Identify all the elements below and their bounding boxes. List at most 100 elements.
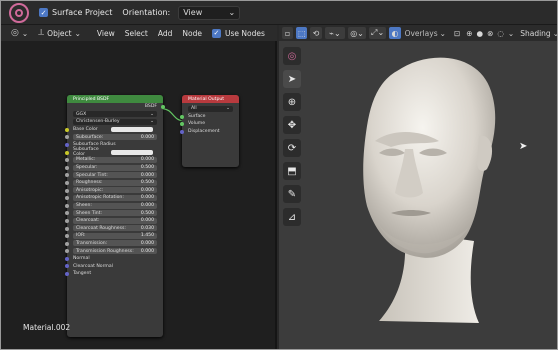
color-swatch[interactable] — [111, 149, 153, 155]
orientation-text: Orientation: — [122, 8, 171, 17]
3d-viewport[interactable] — [279, 41, 557, 349]
overlays-label[interactable]: Overlays — [405, 29, 438, 38]
cursor-3d-icon[interactable]: ⊕ — [283, 93, 301, 111]
input-socket[interactable] — [65, 211, 69, 216]
input-socket[interactable] — [65, 234, 69, 239]
value-field[interactable]: Roughness: 0.500 — [73, 179, 157, 186]
input-socket[interactable] — [65, 180, 69, 185]
value-field[interactable]: Clearcoat: 0.000 — [73, 217, 157, 224]
value-field[interactable]: Metallic: 0.000 — [73, 156, 157, 163]
value-field[interactable]: Transmission Roughness: 0.000 — [73, 248, 157, 255]
input-socket[interactable] — [65, 196, 69, 201]
blender-logo-icon[interactable] — [9, 2, 29, 23]
chevron-down-icon: ⌄ — [150, 111, 154, 117]
annotate-tool-icon[interactable]: ✎ — [283, 185, 301, 203]
principled-bsdf-node[interactable]: Principled BSDF BSDF GGX ⌄ Christensen-Bu… — [65, 95, 165, 337]
input-socket[interactable] — [65, 241, 69, 246]
solid-shading-icon[interactable]: ● — [477, 29, 484, 38]
input-socket[interactable] — [65, 158, 69, 163]
input-label: Clearcoat: — [76, 218, 100, 224]
input-row-volume: Volume — [180, 120, 239, 128]
value-field[interactable]: Specular: 0.500 — [73, 164, 157, 171]
input-label: IOR: — [76, 233, 86, 239]
input-socket[interactable] — [65, 272, 69, 277]
input-value: 0.000 — [140, 172, 154, 178]
input-socket[interactable] — [180, 114, 184, 119]
input-socket[interactable] — [65, 218, 69, 223]
input-label: Volume — [188, 121, 206, 127]
material-output-node[interactable]: Material Output All ⌄ Surface Volume Disp… — [180, 95, 239, 167]
value-field[interactable]: Anisotropic Rotation: 0.000 — [73, 194, 157, 201]
measure-tool-icon[interactable]: ⊿ — [283, 208, 301, 226]
input-socket[interactable] — [65, 226, 69, 231]
input-socket[interactable] — [65, 165, 69, 170]
value-field[interactable]: Sheen Tint: 0.500 — [73, 210, 157, 217]
input-label: Surface — [188, 113, 206, 119]
move-tool-icon[interactable]: ✥ — [283, 116, 301, 134]
snapping-dropdown[interactable]: ⌁⌄ — [324, 27, 346, 39]
input-socket[interactable] — [65, 127, 69, 132]
material-shading-icon[interactable]: ⊗ — [487, 29, 493, 38]
value-field[interactable]: Transmission: 0.000 — [73, 240, 157, 247]
input-row-sheen: Sheen: 0.000 — [65, 202, 163, 210]
value-field[interactable]: Specular Tint: 0.000 — [73, 172, 157, 179]
value-field[interactable]: IOR: 1.450 — [73, 232, 157, 239]
input-socket[interactable] — [65, 188, 69, 193]
input-socket[interactable] — [65, 264, 69, 269]
chevron-down-icon: ⌄ — [150, 119, 154, 125]
distribution-dropdown[interactable]: GGX ⌄ — [73, 111, 157, 118]
color-swatch[interactable] — [111, 127, 153, 133]
surface-project-label: Surface Project — [52, 8, 113, 17]
input-socket[interactable] — [65, 150, 69, 155]
input-label: Specular Tint: — [76, 172, 108, 178]
overlays-toggle[interactable]: ◐ — [389, 27, 401, 39]
checkbox-icon[interactable]: ✓ — [39, 8, 48, 17]
input-row-sheen-tint: Sheen Tint: 0.500 — [65, 209, 163, 217]
node-editor[interactable]: ◎ ⌄ ⟂ Object ⌄ View Select Add Node ✓ Use No… — [1, 25, 277, 349]
xray-icon[interactable]: ⊡ — [454, 29, 460, 38]
proportional-edit-button[interactable]: ◎⌄ — [348, 27, 366, 39]
shading-label[interactable]: Shading — [520, 29, 550, 38]
subsurface-method-dropdown[interactable]: Christensen-Burley ⌄ — [73, 118, 157, 125]
value-field[interactable]: Sheen: 0.000 — [73, 202, 157, 209]
rotate-tool-icon[interactable]: ⟳ — [283, 139, 301, 157]
input-row-subsurface-color: Subsurface Color — [65, 147, 163, 157]
bsdf-output-label: BSDF — [144, 104, 157, 110]
input-value: 0.000 — [140, 187, 154, 193]
input-row-anisotropic: Anisotropic: 0.000 — [65, 187, 163, 195]
input-socket[interactable] — [180, 129, 184, 134]
input-socket[interactable] — [65, 142, 69, 147]
output-socket[interactable] — [161, 105, 165, 109]
input-socket[interactable] — [65, 203, 69, 208]
input-socket[interactable] — [65, 249, 69, 254]
orientation-dropdown[interactable]: View ⌄ — [178, 5, 241, 20]
input-socket[interactable] — [65, 173, 69, 178]
input-row-roughness: Roughness: 0.500 — [65, 179, 163, 187]
gizmo-dropdown[interactable]: ⤢⌄ — [368, 27, 387, 39]
input-label: Normal — [73, 256, 90, 262]
input-socket[interactable] — [180, 122, 184, 127]
input-socket[interactable] — [65, 256, 69, 261]
input-value: 0.500 — [140, 180, 154, 186]
input-value: 0.000 — [140, 157, 154, 163]
rendered-shading-icon[interactable]: ◌ — [497, 29, 504, 38]
mouse-pointer-icon: ➤ — [519, 141, 528, 152]
input-socket[interactable] — [65, 135, 69, 140]
wireframe-shading-icon[interactable]: ⊕ — [466, 29, 472, 38]
input-label: Displacement — [188, 129, 220, 135]
input-row-metallic: Metallic: 0.000 — [65, 156, 163, 164]
cursor-tool-icon[interactable]: ◎ — [283, 47, 301, 65]
value-field[interactable]: Anisotropic: 0.000 — [73, 187, 157, 194]
input-label: Transmission Roughness: — [76, 248, 134, 254]
surface-project-toggle[interactable]: ✓ Surface Project — [39, 8, 112, 17]
value-field[interactable]: Subsurface: 0.000 — [73, 134, 157, 141]
target-dropdown[interactable]: All ⌄ — [188, 105, 233, 112]
transform-pivot-button[interactable]: ⟲ — [310, 27, 322, 39]
select-mode-button[interactable]: ⬚ — [296, 27, 308, 39]
bsdf-node-header[interactable]: Principled BSDF — [67, 95, 163, 103]
value-field[interactable]: Clearcoat Roughness: 0.030 — [73, 225, 157, 232]
output-node-header[interactable]: Material Output — [182, 95, 239, 103]
view-mode-button[interactable]: ▫ — [282, 27, 294, 39]
scale-tool-icon[interactable]: ⬒ — [283, 162, 301, 180]
select-tool-icon[interactable]: ➤ — [283, 70, 301, 88]
